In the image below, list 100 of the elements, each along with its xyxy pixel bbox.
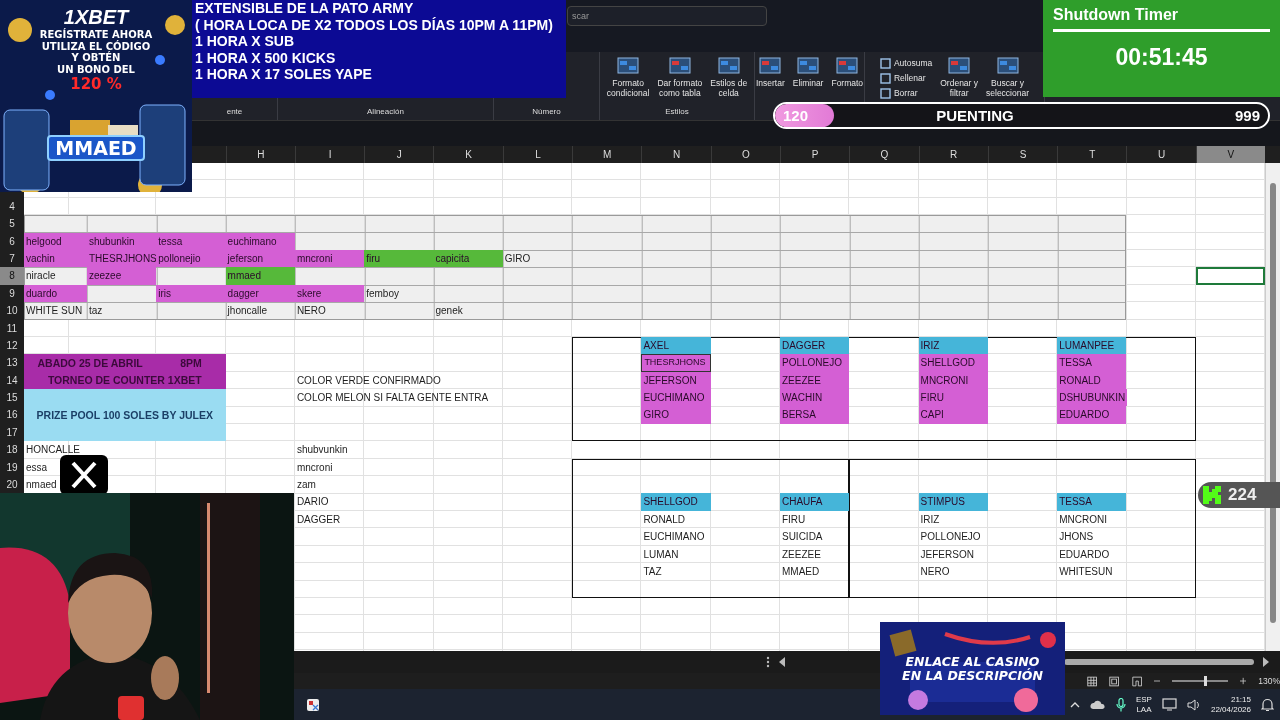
speaker-icon[interactable] bbox=[1186, 698, 1201, 711]
clock-time[interactable]: 21:15 bbox=[1230, 694, 1251, 705]
info-text: 1 HORA X 17 SOLES YAPE bbox=[195, 66, 373, 83]
group-label: ente bbox=[225, 107, 244, 118]
table-cell: POLLONEJO bbox=[779, 354, 850, 372]
ad-text: ENLACE AL CASINO bbox=[905, 654, 1040, 669]
zoom-in-icon[interactable] bbox=[1239, 677, 1247, 685]
zoom-out-icon[interactable] bbox=[1154, 677, 1161, 685]
info-text: ( HORA LOCA DE X2 TODOS LOS DÍAS 10PM A 11PM) bbox=[195, 16, 554, 33]
ribbon-button[interactable]: Formato condicional bbox=[606, 56, 650, 101]
scroll-right-icon[interactable] bbox=[1262, 657, 1270, 667]
page-layout-icon[interactable] bbox=[1109, 674, 1120, 688]
row-number[interactable]: 9 bbox=[0, 284, 24, 303]
row-number[interactable]: 20 bbox=[0, 476, 24, 494]
table-cell-text: DAGGER bbox=[295, 512, 342, 527]
row-number[interactable]: 10 bbox=[0, 302, 24, 320]
tool-icon bbox=[879, 72, 891, 84]
bell-icon[interactable] bbox=[1261, 697, 1274, 712]
language-indicator[interactable]: ESP bbox=[1135, 694, 1152, 705]
table-cell: GIRO bbox=[641, 406, 711, 424]
search-field[interactable]: scar bbox=[567, 6, 767, 26]
language-indicator[interactable]: LAA bbox=[1136, 704, 1152, 715]
row-number[interactable]: 14 bbox=[0, 371, 24, 390]
table-cell-text: SUICIDA bbox=[780, 530, 824, 545]
table-icon bbox=[947, 56, 972, 76]
table-cell-text: JEFERSON bbox=[919, 547, 975, 562]
slider-thumb[interactable] bbox=[1204, 676, 1208, 686]
table-cell-text: RONALD bbox=[642, 512, 687, 527]
scrollbar[interactable] bbox=[1064, 659, 1254, 665]
table-cell: IRIZ bbox=[918, 336, 988, 355]
timer-value: 00:51:45 bbox=[1114, 44, 1209, 71]
normal-view-icon[interactable] bbox=[1087, 674, 1098, 688]
group-label: Alineación bbox=[366, 107, 405, 118]
table-cell-text: taz bbox=[88, 304, 104, 319]
row-number[interactable]: 8 bbox=[0, 267, 24, 285]
table-cell: EDUARDO bbox=[1057, 406, 1127, 424]
ribbon-button[interactable]: Borrar bbox=[879, 86, 933, 100]
table-cell-text: jhoncalle bbox=[226, 304, 269, 319]
column-header[interactable]: V bbox=[1195, 146, 1266, 163]
chevron-up-icon[interactable] bbox=[1069, 701, 1080, 708]
row-number[interactable]: 15 bbox=[0, 389, 24, 407]
goal-current: 120 bbox=[783, 107, 809, 124]
row-number[interactable]: 17 bbox=[0, 423, 24, 442]
logo-icon bbox=[1202, 485, 1222, 505]
table-icon bbox=[835, 56, 860, 76]
row-number[interactable]: 13 bbox=[0, 354, 24, 372]
ad-text: UN BONO DEL bbox=[57, 63, 135, 75]
ribbon-button[interactable]: Autosuma bbox=[879, 56, 933, 70]
timer-title: Shutdown Timer bbox=[1053, 6, 1180, 24]
ribbon-button[interactable]: Eliminar bbox=[792, 56, 824, 101]
table-cell-text: MNCRONI bbox=[1058, 512, 1108, 527]
table-cell-text: nmaed bbox=[25, 478, 58, 493]
page-break-icon[interactable] bbox=[1131, 674, 1142, 688]
table-icon bbox=[716, 56, 741, 76]
row-number[interactable]: 16 bbox=[0, 406, 24, 424]
table-cell-text: NERO bbox=[295, 304, 327, 319]
table-cell-text: WHITE SUN bbox=[25, 304, 84, 319]
table-cell: CAPI bbox=[918, 406, 988, 424]
ribbon-button[interactable]: Insertar bbox=[755, 56, 785, 101]
row-number[interactable]: 11 bbox=[0, 319, 24, 337]
ribbon-button[interactable]: Rellenar bbox=[879, 71, 933, 85]
zoom-level[interactable]: 130% bbox=[1258, 676, 1280, 686]
monitor-icon[interactable] bbox=[1161, 698, 1177, 711]
ribbon-button[interactable]: Estilos de celda bbox=[710, 56, 748, 101]
ribbon-button[interactable]: Formato bbox=[831, 56, 864, 101]
row-number[interactable]: 7 bbox=[0, 249, 24, 268]
brand-logo: 1XBET bbox=[63, 6, 129, 28]
microphone-icon[interactable] bbox=[1115, 697, 1126, 712]
table-cell-text: POLLONEJO bbox=[919, 530, 982, 545]
table-cell: TESSA bbox=[1057, 354, 1127, 372]
ribbon-button[interactable]: Buscar y seleccionar bbox=[986, 56, 1030, 101]
selected-cell[interactable] bbox=[1195, 267, 1266, 285]
group-label: Número bbox=[531, 107, 562, 118]
ad-text: Y OBTÉN bbox=[71, 52, 121, 64]
row-number[interactable]: 5 bbox=[0, 215, 24, 233]
ad-text: EN LA DESCRIPCIÓN bbox=[902, 668, 1043, 683]
row-number[interactable]: 19 bbox=[0, 458, 24, 477]
row-number[interactable]: 12 bbox=[0, 336, 24, 355]
scroll-left-icon[interactable] bbox=[778, 657, 786, 667]
table-cell: BERSA bbox=[779, 406, 850, 424]
clock-date[interactable]: 22/04/2026 bbox=[1210, 704, 1251, 715]
table-cell-text: FIRU bbox=[780, 512, 807, 527]
ad-text: REGÍSTRATE AHORA bbox=[39, 29, 153, 40]
table-cell: mmaed bbox=[225, 267, 295, 285]
table-cell-text: GIRO bbox=[503, 251, 532, 266]
row-number[interactable]: 18 bbox=[0, 441, 24, 459]
cloud-icon[interactable] bbox=[1089, 699, 1106, 710]
table-cell-text: niracle bbox=[25, 269, 57, 284]
ribbon-button[interactable]: Ordenar y filtrar bbox=[940, 56, 979, 101]
table-cell: SHELLGOD bbox=[918, 354, 988, 372]
table-icon bbox=[758, 56, 783, 76]
table-cell-text: DARIO bbox=[295, 495, 330, 510]
more-icon[interactable] bbox=[766, 656, 770, 668]
row-number[interactable]: 4 bbox=[0, 197, 24, 216]
row-number[interactable]: 6 bbox=[0, 232, 24, 250]
table-cell-text: femboy bbox=[365, 286, 400, 301]
ribbon-button[interactable]: Dar formato como tabla bbox=[657, 56, 703, 101]
app-icon[interactable] bbox=[306, 697, 320, 712]
scrollbar[interactable] bbox=[1265, 163, 1280, 651]
table-cell-text: shubvunkin bbox=[295, 443, 349, 458]
